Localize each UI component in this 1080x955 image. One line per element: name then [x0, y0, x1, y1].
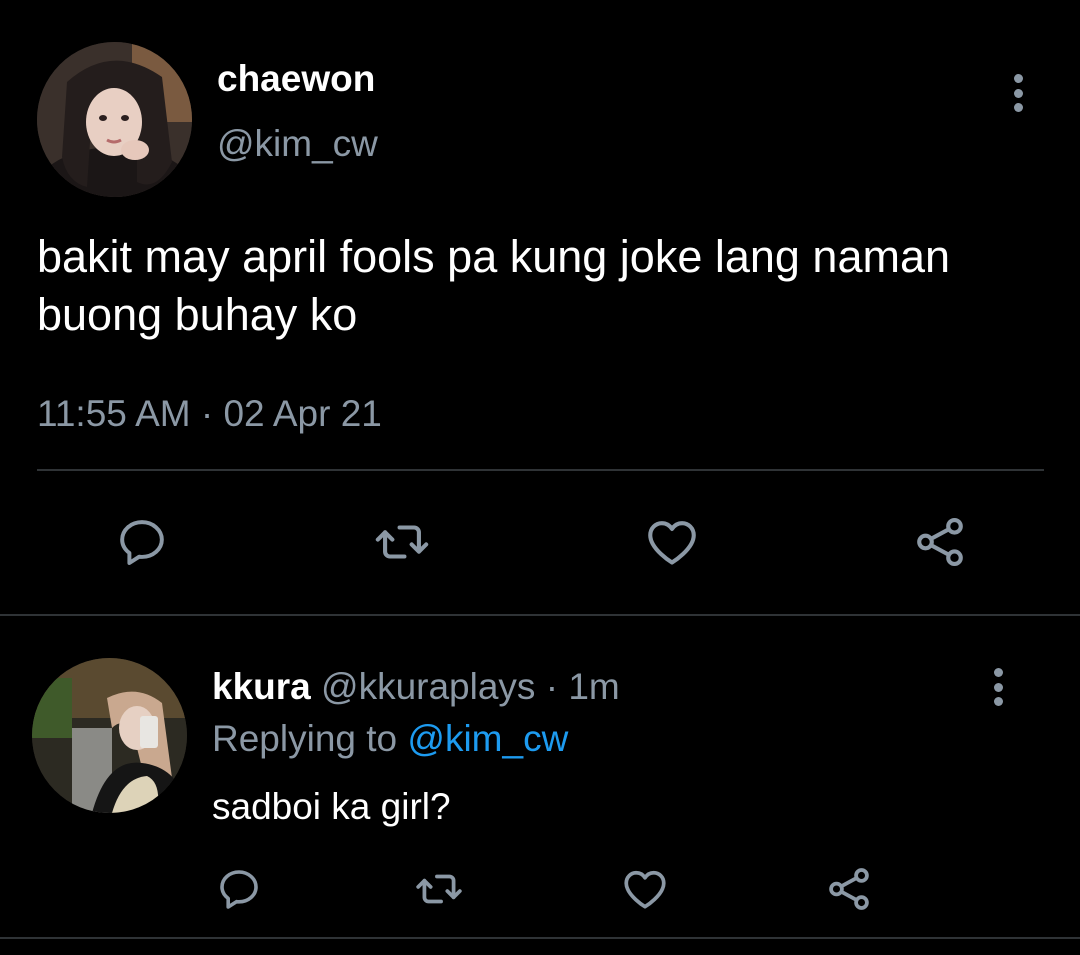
share-icon	[829, 868, 869, 910]
more-dot-icon	[1013, 103, 1023, 112]
reply-button[interactable]	[110, 510, 174, 574]
author-handle[interactable]: @kim_cw	[217, 123, 378, 165]
tweet-timestamp[interactable]: 11:55 AM · 02 Apr 21	[37, 393, 382, 435]
section-divider	[0, 614, 1080, 616]
replying-to-mention[interactable]: @kim_cw	[407, 718, 568, 759]
author-display-name[interactable]: chaewon	[217, 58, 375, 100]
reply-author-avatar[interactable]	[32, 658, 187, 813]
reply-share-button[interactable]	[822, 862, 876, 916]
share-button[interactable]	[908, 510, 972, 574]
heart-icon	[648, 521, 696, 565]
speech-bubble-icon	[220, 870, 258, 909]
more-dot-icon	[993, 668, 1003, 677]
tweet-text: bakit may april fools pa kung joke lang …	[37, 231, 951, 340]
author-avatar[interactable]	[37, 42, 192, 197]
reply-text: sadboi ka girl?	[212, 786, 451, 827]
retweet-icon	[416, 874, 462, 904]
reply-bottom-divider	[0, 937, 1080, 939]
speech-bubble-icon	[120, 520, 164, 565]
reply-like-button[interactable]	[618, 862, 672, 916]
more-dot-icon	[1013, 88, 1023, 98]
author-avatar-photo	[37, 42, 192, 197]
reply-author-handle[interactable]: @kkuraplays	[321, 666, 535, 707]
more-dot-icon	[993, 697, 1003, 706]
reply-retweet-button[interactable]	[412, 862, 466, 916]
more-dot-icon	[1013, 74, 1023, 83]
reply-more-button[interactable]	[988, 668, 1008, 706]
retweet-icon	[375, 525, 429, 559]
like-button[interactable]	[640, 510, 704, 574]
retweet-button[interactable]	[370, 510, 434, 574]
reply-time-ago[interactable]: 1m	[568, 666, 619, 707]
share-icon	[917, 517, 963, 567]
reply-author-display-name[interactable]: kkura	[212, 666, 311, 707]
more-dot-icon	[993, 682, 1003, 692]
heart-icon	[624, 870, 666, 909]
tweet-divider	[37, 469, 1044, 471]
tweet-more-button[interactable]	[1008, 74, 1028, 112]
reply-reply-button[interactable]	[212, 862, 266, 916]
reply-meta-separator: ·	[535, 666, 569, 707]
replying-to-prefix: Replying to	[212, 718, 408, 759]
replying-to-line: Replying to @kim_cw	[212, 718, 568, 760]
reply-author-avatar-photo	[32, 658, 187, 813]
reply-header: kkura @kkuraplays · 1m	[212, 666, 620, 708]
